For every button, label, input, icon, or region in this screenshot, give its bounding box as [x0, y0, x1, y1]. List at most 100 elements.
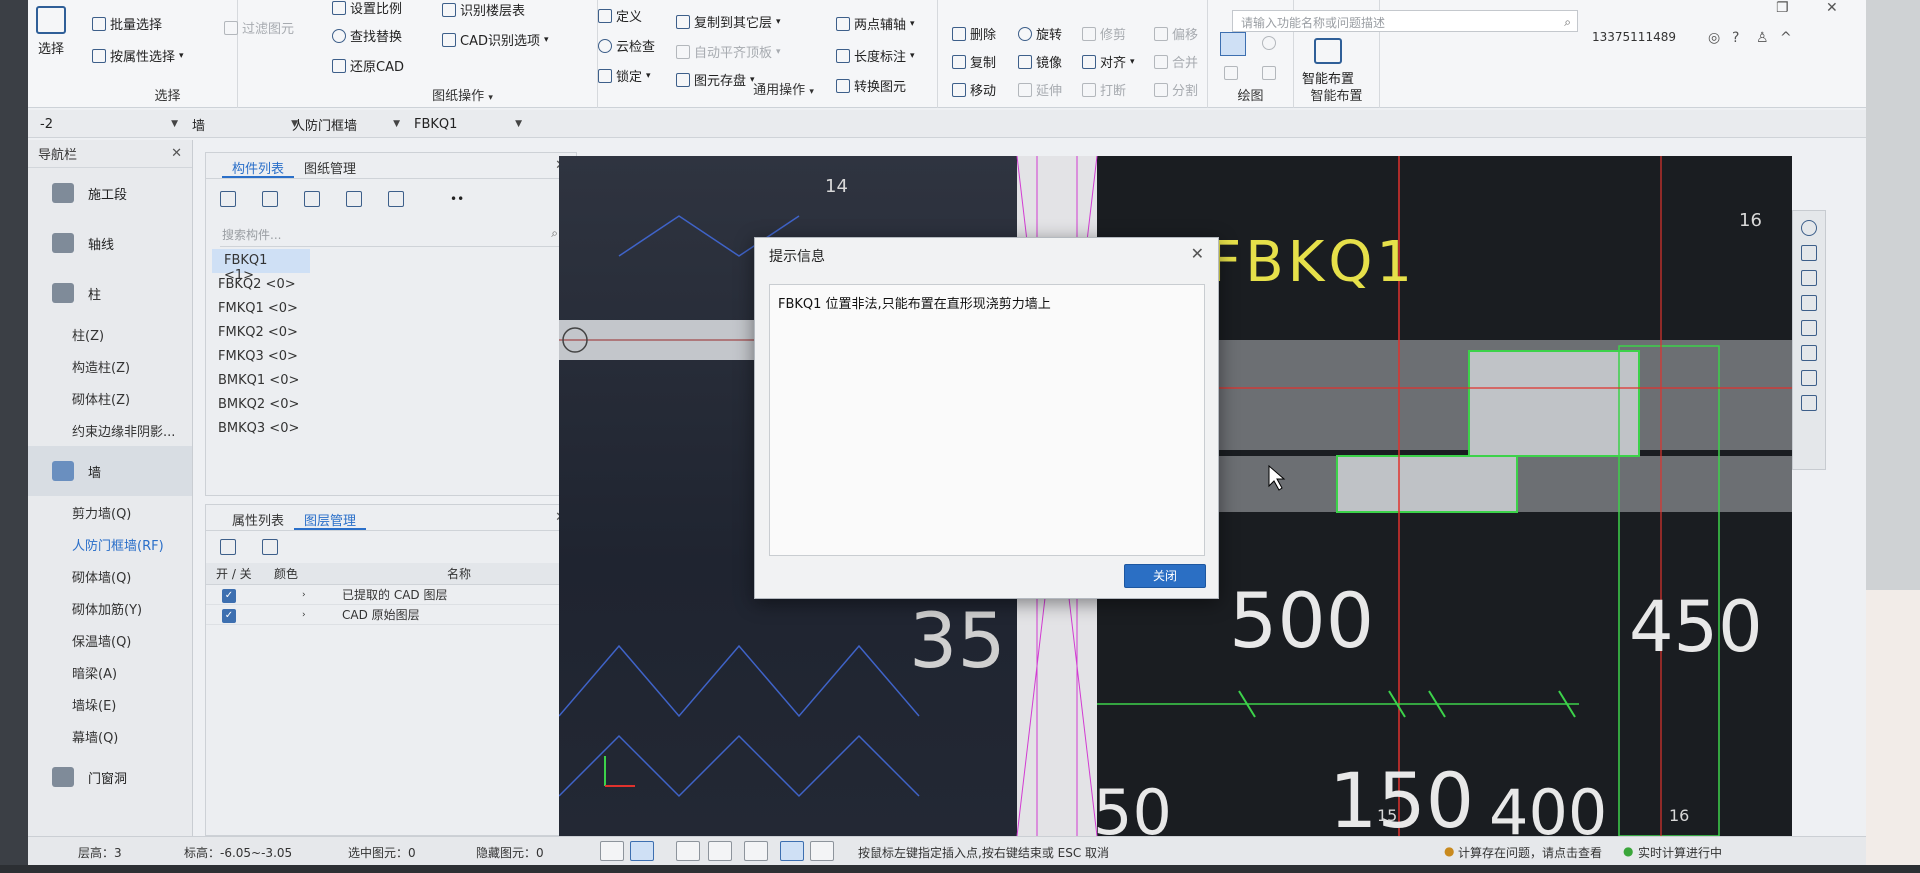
tab-drawing-management[interactable]: 图纸管理	[294, 153, 366, 178]
component-item[interactable]: FMKQ2 <0>	[206, 321, 576, 345]
nav-category-axis[interactable]: 轴线	[28, 218, 192, 268]
cross-snap-toggle[interactable]	[676, 841, 700, 861]
more-icon[interactable]: ••	[450, 192, 464, 206]
snap-toggle[interactable]	[630, 841, 654, 861]
table-row[interactable]: ✓ › CAD 原始图层	[206, 605, 576, 625]
tab-property-list[interactable]: 属性列表	[222, 505, 294, 530]
trim-button[interactable]: 修剪	[1082, 24, 1126, 43]
component-item[interactable]: FMKQ1 <0>	[206, 297, 576, 321]
close-icon[interactable]: ✕	[1191, 244, 1204, 263]
close-window-icon[interactable]: ✕	[1826, 0, 1838, 16]
view-top-icon[interactable]	[1801, 270, 1817, 286]
tab-component-list[interactable]: 构件列表	[222, 153, 295, 178]
define-button[interactable]: 定义	[598, 6, 642, 25]
nav-item-masonry-reinforcement[interactable]: 砌体加筋(Y)	[28, 592, 192, 624]
component-item[interactable]: FBKQ1 <1>	[212, 249, 310, 283]
zoom-window-icon[interactable]	[1801, 345, 1817, 361]
dynamic-input-toggle[interactable]	[744, 841, 768, 861]
floor-select[interactable]: -2 ▼	[34, 114, 184, 134]
layer-copy-icon[interactable]	[346, 191, 362, 207]
component-item[interactable]: FMKQ3 <0>	[206, 345, 576, 369]
nav-item-masonry-wall[interactable]: 砌体墙(Q)	[28, 560, 192, 592]
nav-item-masonry-column[interactable]: 砌体柱(Z)	[28, 382, 192, 414]
arc-toggle[interactable]	[810, 841, 834, 861]
nav-item-constructional-column[interactable]: 构造柱(Z)	[28, 350, 192, 382]
component-item[interactable]: BMKQ3 <0>	[206, 417, 576, 441]
nav-item-civil-defense-door-frame-wall[interactable]: 人防门框墙(RF)	[28, 528, 192, 560]
extend-button[interactable]: 延伸	[1018, 80, 1062, 99]
nav-category-door-window[interactable]: 门窗洞	[28, 752, 192, 802]
nav-item-curtain-wall[interactable]: 幕墙(Q)	[28, 720, 192, 752]
set-scale-button[interactable]: 设置比例	[332, 0, 402, 17]
mirror-button[interactable]: 镜像	[1018, 52, 1062, 71]
nav-category-construction-section[interactable]: 施工段	[28, 168, 192, 218]
restore-window-icon[interactable]: ❐	[1776, 0, 1789, 16]
line-draw-icon[interactable]	[1224, 66, 1238, 80]
filter-elements-button[interactable]: 过滤图元	[224, 18, 294, 37]
expand-arrow-icon[interactable]: ›	[262, 610, 318, 620]
element-subtype-select[interactable]: 人防门框墙 ▼	[286, 114, 406, 134]
find-replace-button[interactable]: 查找替换	[332, 26, 402, 45]
nav-category-wall[interactable]: 墙	[28, 446, 192, 496]
copy-to-floor-button[interactable]: 复制到其它层 ▾	[676, 12, 781, 31]
point-draw-button[interactable]	[1220, 32, 1246, 56]
copy-component-icon[interactable]	[262, 191, 278, 207]
layer-hide-icon[interactable]	[262, 539, 278, 555]
expand-arrow-icon[interactable]: ›	[262, 590, 318, 600]
circle-draw-icon[interactable]	[1262, 36, 1276, 50]
copy-button[interactable]: 复制	[952, 52, 996, 71]
shirt-icon[interactable]: ♙	[1756, 30, 1769, 46]
rotate-button[interactable]: 旋转	[1018, 24, 1062, 43]
close-icon[interactable]: ✕	[171, 146, 182, 161]
align-button[interactable]: 对齐 ▾	[1082, 52, 1135, 71]
break-button[interactable]: 打断	[1082, 80, 1126, 99]
help-icon[interactable]: ?	[1732, 30, 1739, 46]
angle-snap-toggle[interactable]	[708, 841, 732, 861]
nav-item-wall-pier[interactable]: 墙垛(E)	[28, 688, 192, 720]
headset-icon[interactable]: ◎	[1708, 30, 1720, 46]
two-point-axis-button[interactable]: 两点辅轴 ▾	[836, 14, 915, 33]
zoom-extents-icon[interactable]	[1801, 320, 1817, 336]
layer-display-icon[interactable]	[1801, 395, 1817, 411]
display-settings-icon[interactable]	[1801, 370, 1817, 386]
collapse-ribbon-icon[interactable]: ^	[1780, 30, 1792, 46]
view-3d-icon[interactable]	[1801, 245, 1817, 261]
auto-align-top-button[interactable]: 自动平齐顶板 ▾	[676, 42, 781, 61]
cloud-check-button[interactable]: 云检查	[598, 36, 655, 55]
layer-visible-checkbox[interactable]: ✓	[222, 608, 236, 623]
close-button[interactable]: 关闭	[1124, 564, 1206, 588]
nav-item-shear-wall[interactable]: 剪力墙(Q)	[28, 496, 192, 528]
nav-category-column[interactable]: 柱	[28, 268, 192, 318]
new-component-icon[interactable]	[220, 191, 236, 207]
function-search-input[interactable]: 请输入功能名称或问题描述 ⌕	[1232, 10, 1578, 32]
smart-layout-button[interactable]: 智能布置	[1302, 38, 1354, 87]
delete-button[interactable]: 删除	[952, 24, 996, 43]
calc-issue-link[interactable]: 计算存在问题，请点击查看	[1458, 844, 1602, 861]
view-front-icon[interactable]	[1801, 295, 1817, 311]
table-row[interactable]: ✓ › 已提取的 CAD 图层	[206, 585, 576, 605]
merge-button[interactable]: 合并	[1154, 52, 1198, 71]
orbit-icon[interactable]	[1801, 220, 1817, 236]
move-button[interactable]: 移动	[952, 80, 996, 99]
nav-item-constraint-edge[interactable]: 约束边缘非阴影...	[28, 414, 192, 446]
nav-item-hidden-beam[interactable]: 暗梁(A)	[28, 656, 192, 688]
batch-select-button[interactable]: 批量选择	[92, 14, 162, 33]
select-button[interactable]: 选择	[36, 6, 66, 57]
length-mark-button[interactable]: 长度标注 ▾	[836, 46, 915, 65]
element-select[interactable]: FBKQ1 ▼	[408, 114, 528, 134]
ortho-toggle[interactable]	[600, 841, 624, 861]
delete-component-icon[interactable]	[304, 191, 320, 207]
component-item[interactable]: BMKQ1 <0>	[206, 369, 576, 393]
tab-layer-management[interactable]: 图层管理	[294, 505, 367, 530]
layer-show-icon[interactable]	[220, 539, 236, 555]
rect-draw-icon[interactable]	[1262, 66, 1276, 80]
split-button[interactable]: 分割	[1154, 80, 1198, 99]
component-search-input[interactable]: 搜索构件... ⌕	[220, 221, 562, 247]
object-snap-toggle[interactable]	[780, 841, 804, 861]
restore-cad-button[interactable]: 还原CAD	[332, 56, 404, 75]
component-item[interactable]: BMKQ2 <0>	[206, 393, 576, 417]
layer-visible-checkbox[interactable]: ✓	[222, 588, 236, 603]
by-attribute-select-button[interactable]: 按属性选择 ▾	[92, 46, 184, 65]
cad-options-button[interactable]: CAD识别选项 ▾	[442, 30, 549, 49]
nav-item-insulation-wall[interactable]: 保温墙(Q)	[28, 624, 192, 656]
